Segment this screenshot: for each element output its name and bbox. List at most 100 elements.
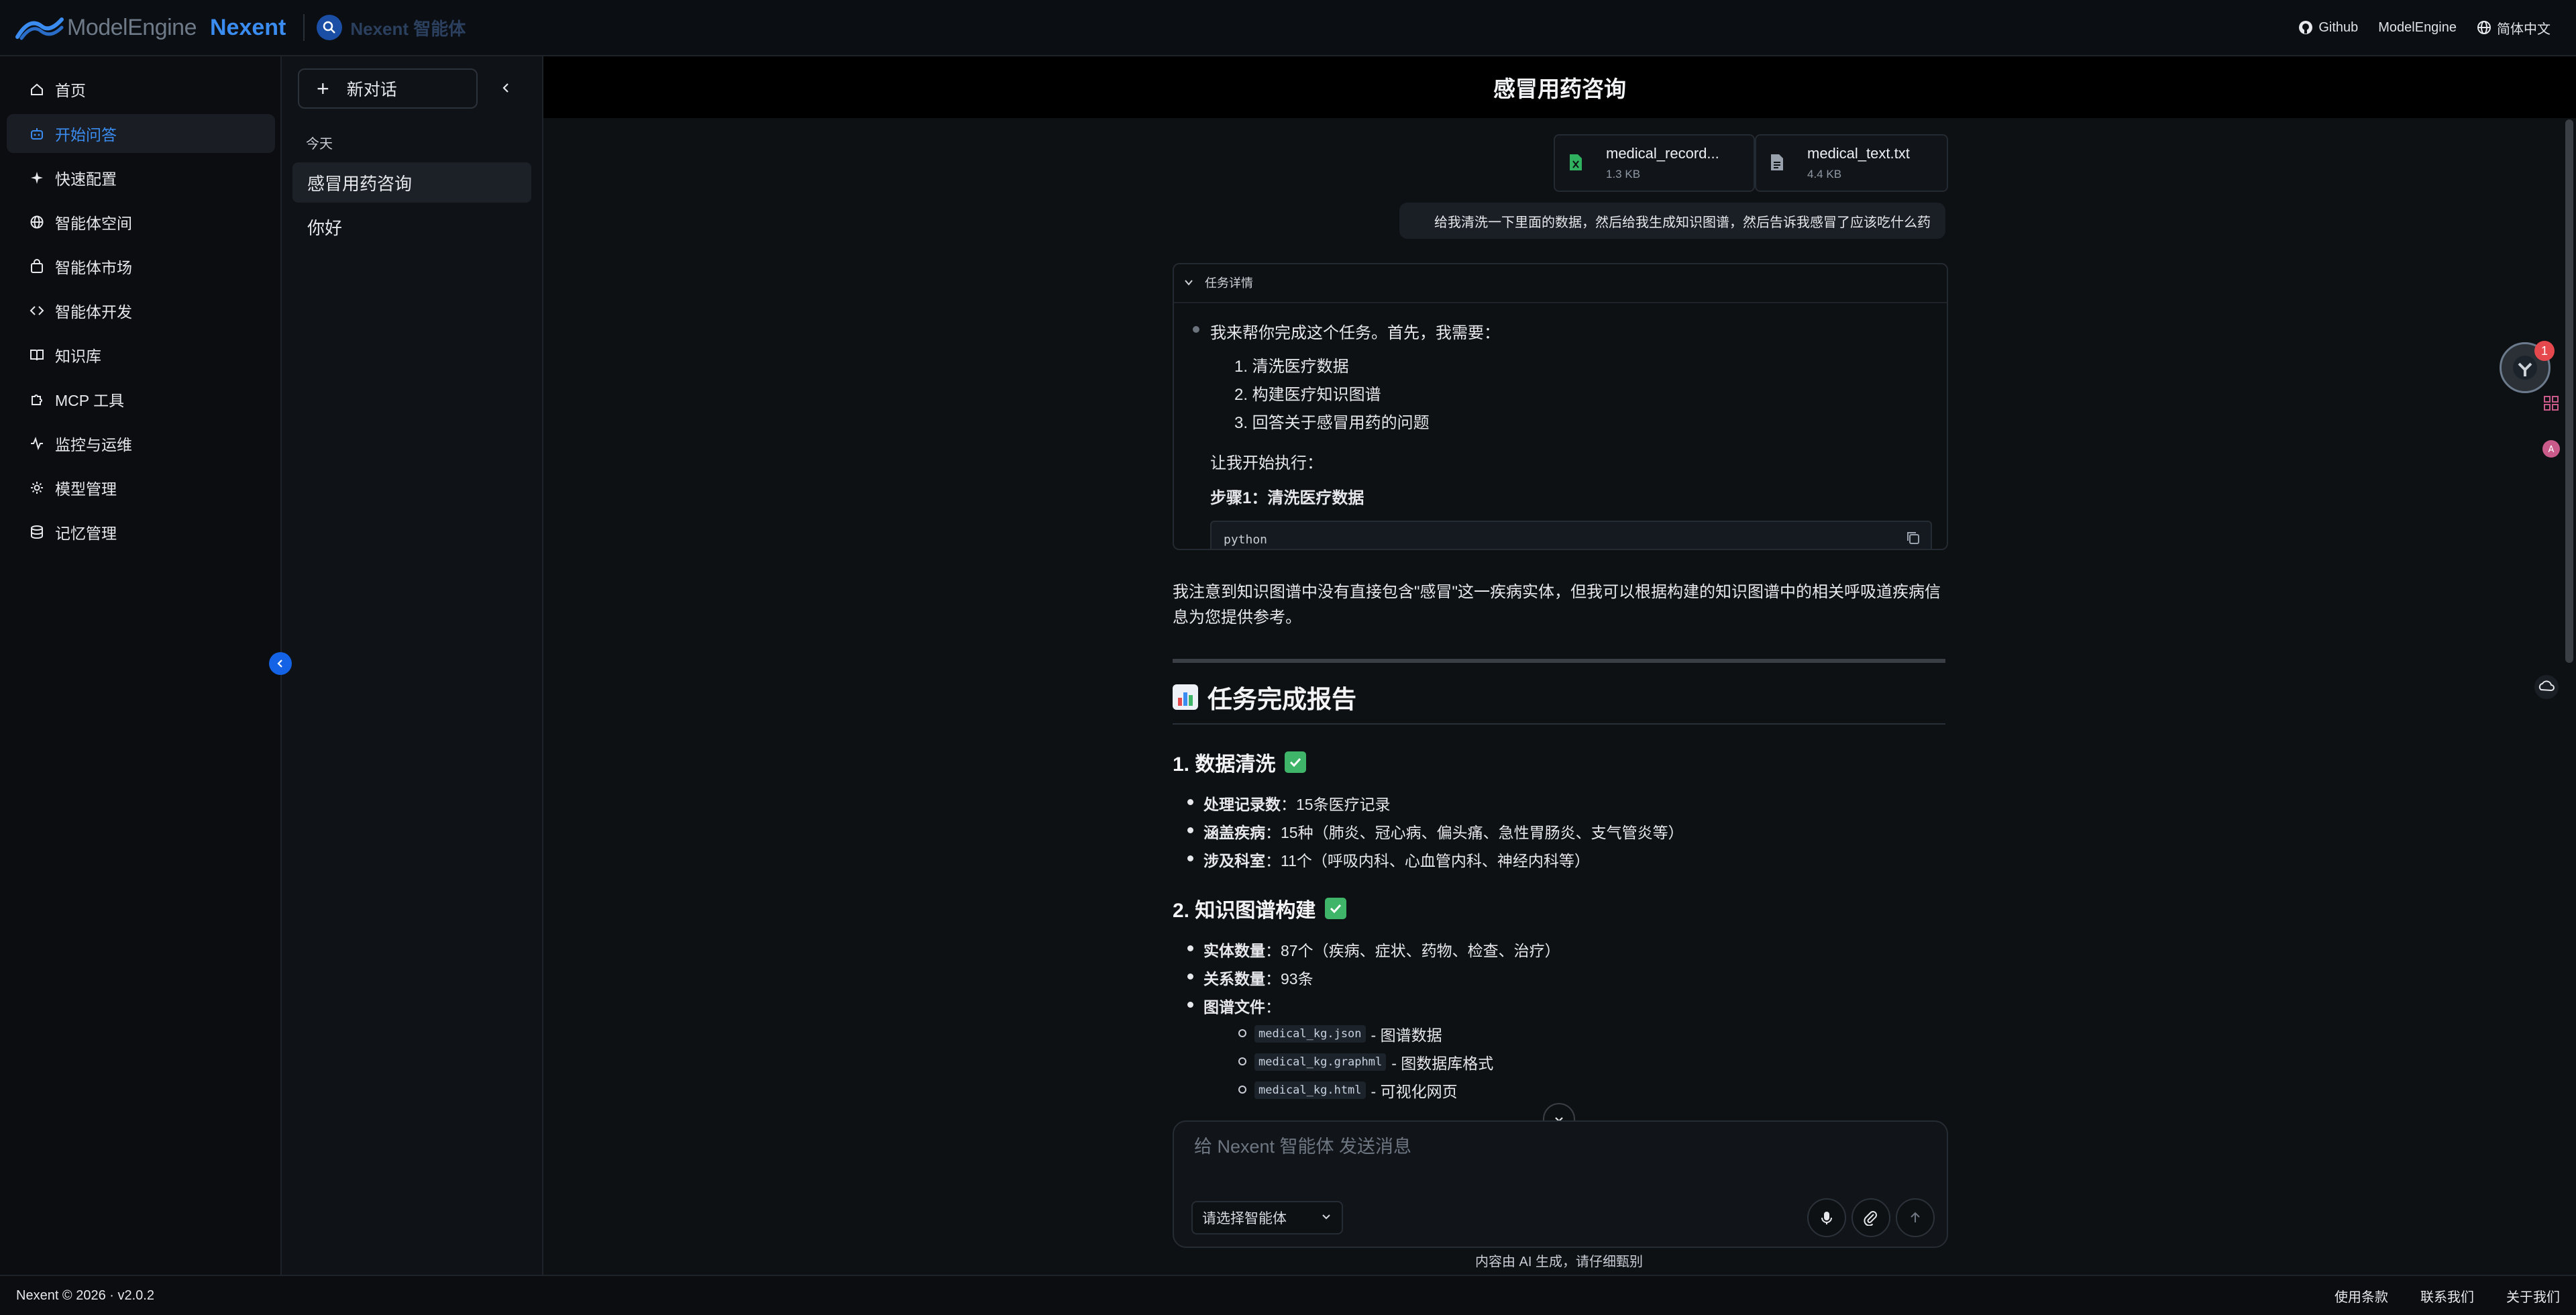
agent-select[interactable]: 请选择智能体 <box>1191 1201 1343 1234</box>
arrow-up-icon <box>1911 1212 1920 1222</box>
attach-file-button[interactable] <box>1851 1198 1890 1237</box>
translate-icon[interactable]: A <box>2540 437 2563 460</box>
divider <box>1173 659 1945 663</box>
top-bar: ModelEngine Nexent Nexent 智能体 Github Mod… <box>0 0 2576 56</box>
task-details-panel: 任务详情 我来帮你完成这个任务。首先，我需要： 1. 清洗医疗数据 2. 构建医… <box>1173 263 1948 550</box>
sidebar-item-quick-config[interactable]: 快速配置 <box>7 158 275 197</box>
sidebar-item-label: 模型管理 <box>55 480 117 498</box>
sidebar-item-label: 快速配置 <box>55 170 117 188</box>
sidebar-item-home[interactable]: 首页 <box>7 70 275 109</box>
send-button[interactable] <box>1896 1198 1935 1237</box>
user-message: 给我清洗一下里面的数据，然后给我生成知识图谱，然后告诉我感冒了应该吃什么药 <box>1399 203 1945 239</box>
sidebar-item-label: 首页 <box>55 82 86 99</box>
list-item-value: ：15种（肺炎、冠心病、偏头痛、急性胃肠炎、支气管炎等） <box>1265 824 1684 841</box>
sidebar-item-knowledge-base[interactable]: 知识库 <box>7 335 275 374</box>
sidebar-item-agent-market[interactable]: 智能体市场 <box>7 247 275 286</box>
list-item-key: 实体数量 <box>1203 942 1265 959</box>
new-chat-label: 新对话 <box>346 81 397 99</box>
globe-icon <box>2477 21 2491 34</box>
modelengine-link[interactable]: ModelEngine <box>2378 20 2457 36</box>
sidebar-item-chat[interactable]: 开始问答 <box>7 114 275 153</box>
assistant-note: 我注意到知识图谱中没有直接包含"感冒"这一疾病实体，但我可以根据构建的知识图谱中… <box>1173 583 1941 627</box>
inline-code: medical_kg.json <box>1254 1025 1366 1043</box>
conversation-title: 你好 <box>307 217 343 238</box>
list-item-key: 涉及科室 <box>1203 852 1265 870</box>
chat-title: 感冒用药咨询 <box>543 56 2576 118</box>
conversation-item[interactable]: 你好 <box>292 207 531 247</box>
sub-list-item: medical_kg.graphml - 图数据库格式 <box>1238 1051 1493 1073</box>
github-link[interactable]: Github <box>2298 20 2358 36</box>
modelengine-logo-icon <box>15 17 64 40</box>
list-item-key: 图谱文件 <box>1203 998 1265 1016</box>
settings-icon <box>28 479 46 496</box>
home-icon <box>28 81 46 98</box>
sidebar-item-label: 记忆管理 <box>55 525 117 542</box>
divider <box>1174 302 1947 303</box>
chevron-left-icon <box>277 660 282 668</box>
paperclip-icon <box>1864 1211 1877 1226</box>
activity-icon <box>28 435 46 452</box>
list-item-value: ：93条 <box>1265 970 1313 988</box>
notification-badge: 1 <box>2534 341 2555 361</box>
sidebar-item-monitoring[interactable]: 监控与运维 <box>7 424 275 463</box>
divider <box>1173 723 1945 725</box>
section-heading-text: 2. 知识图谱构建 <box>1173 900 1316 922</box>
collapse-panel-button[interactable] <box>495 76 518 99</box>
sidebar-collapse-button[interactable] <box>269 652 292 675</box>
inline-code: medical_kg.graphml <box>1254 1053 1387 1071</box>
list-item-key: 关系数量 <box>1203 970 1265 988</box>
new-chat-button[interactable]: + 新对话 <box>298 68 478 109</box>
cloud-sync-icon[interactable] <box>2532 672 2561 702</box>
shop-bag-icon <box>28 258 46 275</box>
sidebar-item-label: MCP 工具 <box>55 392 125 409</box>
grid-tool-icon[interactable] <box>2540 392 2563 415</box>
footer-link-terms[interactable]: 使用条款 <box>2334 1286 2388 1306</box>
sidebar-item-agent-space[interactable]: 智能体空间 <box>7 203 275 242</box>
chat-bot-icon <box>28 125 46 142</box>
task-details-toggle[interactable]: 任务详情 <box>1183 274 1253 291</box>
check-icon <box>1325 898 1347 919</box>
brand-name: Nexent <box>209 14 286 40</box>
sidebar-item-label: 开始问答 <box>55 126 117 144</box>
task-step: 3. 回答关于感冒用药的问题 <box>1234 414 1430 432</box>
attachment-card[interactable]: medical_record... 1.3 KB <box>1554 134 1755 192</box>
footer-link-about[interactable]: 关于我们 <box>2506 1286 2560 1306</box>
excel-file-icon <box>1570 154 1582 170</box>
conversation-item[interactable]: 感冒用药咨询 <box>292 162 531 203</box>
footer-link-contact[interactable]: 联系我们 <box>2420 1286 2474 1306</box>
sidebar-item-memory-management[interactable]: 记忆管理 <box>7 513 275 551</box>
chat-scrollbar[interactable] <box>2565 119 2573 663</box>
puzzle-icon <box>28 390 46 408</box>
code-block: python <box>1210 521 1932 549</box>
conversation-group-label: 今天 <box>306 137 333 152</box>
database-icon <box>28 523 46 541</box>
sidebar-item-model-management[interactable]: 模型管理 <box>7 468 275 507</box>
attachment-card[interactable]: medical_text.txt 4.4 KB <box>1755 134 1948 192</box>
report-title-text: 任务完成报告 <box>1208 686 1356 713</box>
search-icon <box>317 15 343 40</box>
list-item: 涉及科室：11个（呼吸内科、心血管内科、神经内科等） <box>1187 848 1590 871</box>
sidebar: 首页开始问答快速配置智能体空间智能体市场智能体开发知识库 MCP 工具 监控与运维模… <box>0 56 282 1275</box>
report-title: 任务完成报告 <box>1173 679 1356 715</box>
sidebar-item-label: 监控与运维 <box>55 436 132 454</box>
list-item: 实体数量：87个（疾病、症状、药物、检查、治疗） <box>1187 938 1560 961</box>
chevron-down-icon <box>1322 1214 1330 1220</box>
language-switch[interactable]: 简体中文 <box>2477 18 2551 38</box>
copy-icon[interactable] <box>1905 530 1921 546</box>
sub-list-item: medical_kg.json - 图谱数据 <box>1238 1022 1442 1045</box>
logo[interactable]: ModelEngine Nexent <box>15 14 286 41</box>
list-item-value: ：11个（呼吸内科、心血管内科、神经内科等） <box>1265 852 1590 870</box>
sidebar-item-agent-dev[interactable]: 智能体开发 <box>7 291 275 330</box>
task-details-label: 任务详情 <box>1205 276 1253 290</box>
list-item-value: ：15条医疗记录 <box>1281 796 1391 813</box>
task-start: 让我开始执行： <box>1210 454 1323 472</box>
message-input[interactable] <box>1193 1131 1866 1162</box>
conversation-list-panel: + 新对话 今天 感冒用药咨询 你好 <box>282 56 543 1275</box>
language-label: 简体中文 <box>2497 21 2551 37</box>
copyright: Nexent © 2026 · v2.0.2 <box>16 1287 154 1303</box>
voice-input-button[interactable] <box>1807 1198 1846 1237</box>
footer: Nexent © 2026 · v2.0.2 使用条款 联系我们 关于我们 <box>0 1275 2576 1315</box>
sidebar-item-mcp-tools[interactable]: MCP 工具 <box>7 380 275 419</box>
chevron-down-icon <box>1185 280 1193 286</box>
chevron-left-icon <box>502 83 508 93</box>
